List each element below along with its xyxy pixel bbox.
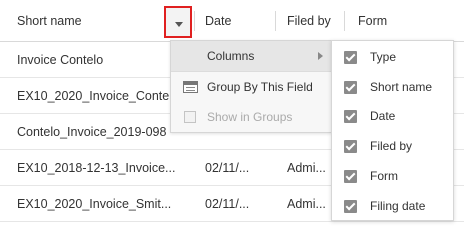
cell-filed-by: Admi...: [287, 161, 326, 175]
checkbox-disabled-icon: [184, 111, 196, 123]
column-toggle-type[interactable]: Type: [332, 42, 453, 72]
cell-short-name: EX10_2018-12-13_Invoice...: [17, 161, 176, 175]
column-menu-button[interactable]: [164, 6, 192, 38]
cell-short-name: Invoice Contelo: [17, 53, 104, 67]
column-header-date[interactable]: Date: [205, 0, 231, 42]
checkbox-checked-icon[interactable]: [344, 140, 357, 153]
column-divider[interactable]: [344, 11, 345, 31]
checkbox-checked-icon[interactable]: [344, 81, 357, 94]
column-header-filed-by[interactable]: Filed by: [287, 0, 331, 42]
column-toggle-label: Form: [370, 169, 398, 183]
column-toggle-date[interactable]: Date: [332, 101, 453, 131]
dropdown-arrow-icon: [175, 22, 183, 27]
column-toggle-filing-date[interactable]: Filing date: [332, 191, 453, 221]
menu-item-show-in-groups: Show in Groups: [171, 102, 331, 132]
cell-short-name: EX10_2020_Invoice_Smit...: [17, 197, 172, 211]
column-toggle-label: Short name: [370, 80, 433, 94]
cell-date: 02/11/...: [205, 197, 250, 211]
submenu-arrow-icon: [318, 52, 323, 60]
column-toggle-short-name[interactable]: Short name: [332, 72, 453, 102]
column-context-menu: Columns Group By This Field Show in Grou…: [170, 40, 332, 133]
checkbox-checked-icon[interactable]: [344, 170, 357, 183]
grid-header: Short name Date Filed by Form: [0, 0, 464, 42]
cell-short-name: EX10_2020_Invoice_Conte: [17, 89, 169, 103]
column-toggle-label: Filing date: [370, 199, 426, 213]
column-header-form[interactable]: Form: [358, 0, 387, 42]
menu-item-label: Show in Groups: [207, 110, 293, 124]
checkbox-checked-icon[interactable]: [344, 51, 357, 64]
column-toggle-form[interactable]: Form: [332, 161, 453, 191]
checkbox-checked-icon[interactable]: [344, 110, 357, 123]
column-toggle-label: Filed by: [370, 139, 413, 153]
menu-item-label: Columns: [207, 49, 255, 63]
cell-date: 02/11/...: [205, 161, 250, 175]
menu-item-group-by-field[interactable]: Group By This Field: [171, 72, 331, 102]
column-toggle-label: Type: [370, 50, 397, 64]
checkbox-checked-icon[interactable]: [344, 200, 357, 213]
columns-submenu: Type Short name Date Filed by Form Filin…: [331, 40, 454, 221]
column-toggle-filed-by[interactable]: Filed by: [332, 131, 453, 161]
menu-item-columns[interactable]: Columns: [171, 41, 331, 71]
cell-filed-by: Admi...: [287, 197, 326, 211]
column-divider[interactable]: [194, 11, 195, 31]
column-header-short-name[interactable]: Short name: [17, 0, 82, 42]
menu-item-label: Group By This Field: [207, 80, 313, 94]
group-by-icon: [183, 81, 198, 93]
cell-short-name: Contelo_Invoice_2019-098: [17, 125, 167, 139]
column-toggle-label: Date: [370, 109, 396, 123]
column-divider[interactable]: [275, 11, 276, 31]
